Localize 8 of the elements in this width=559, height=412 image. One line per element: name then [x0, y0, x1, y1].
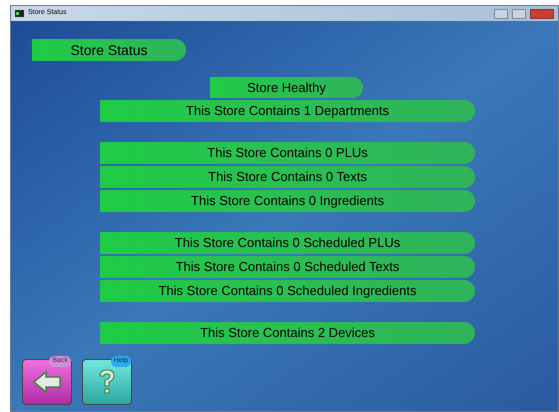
minimize-button[interactable]	[494, 8, 508, 18]
maximize-button[interactable]	[512, 8, 526, 18]
window-icon	[15, 10, 24, 17]
close-button[interactable]	[530, 8, 554, 18]
question-mark-icon	[97, 368, 117, 396]
left-arrow-icon	[32, 370, 62, 394]
page-heading: Store Status	[32, 39, 186, 61]
store-status: Store Healthy	[210, 77, 363, 98]
